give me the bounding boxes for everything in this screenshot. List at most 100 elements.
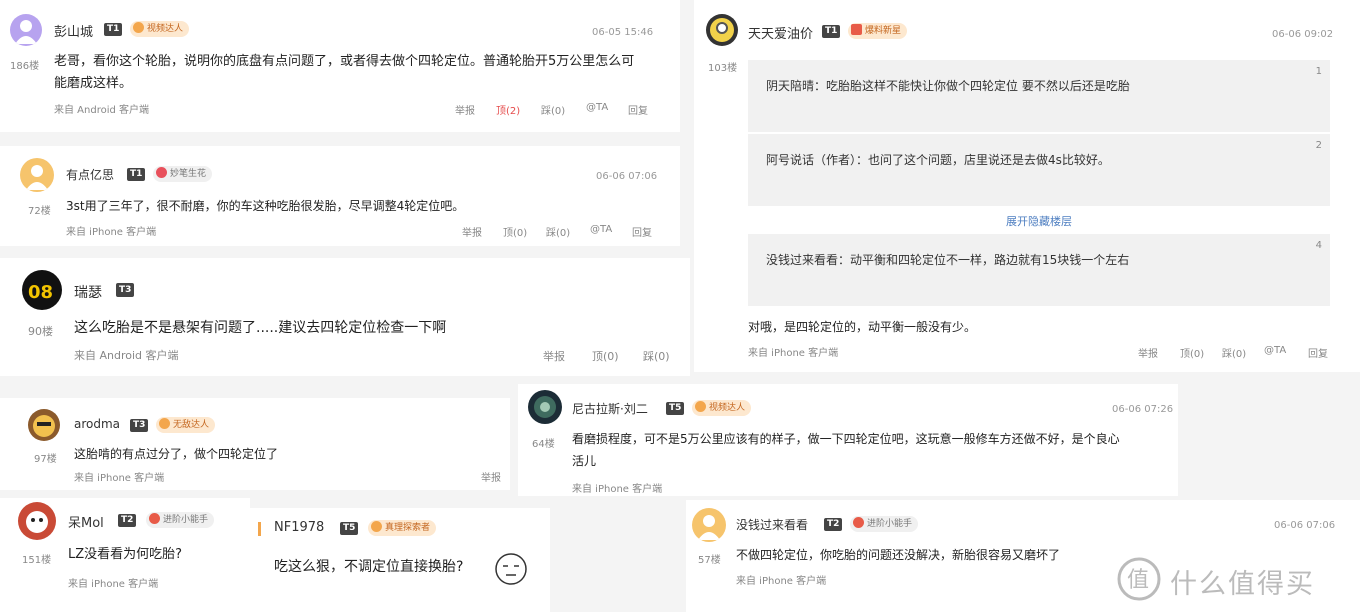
user-silhouette-icon [698, 515, 720, 540]
mention-button[interactable]: @TA [586, 102, 608, 113]
report-button[interactable]: 举报 [543, 348, 565, 364]
comment-card: 呆Mol T2 进阶小能手 151楼 LZ没看看为何吃胎? 来自 iPhone … [0, 498, 250, 612]
source-link[interactable]: 来自 iPhone 客户端 [74, 469, 164, 484]
source-link[interactable]: 来自 Android 客户端 [74, 347, 179, 363]
level-badge: T2 [824, 518, 843, 531]
avatar[interactable] [706, 14, 738, 46]
svg-text:08: 08 [28, 282, 53, 303]
comment-text: 这么吃胎是不是悬架有问题了.....建议去四轮定位检查一下啊 [74, 320, 447, 336]
upvote-button[interactable]: 顶(2) [496, 102, 520, 117]
comment-card: 08 瑞瑟 T3 90楼 这么吃胎是不是悬架有问题了.....建议去四轮定位检查… [0, 258, 690, 376]
game-character-icon [534, 396, 556, 418]
source-link[interactable]: 来自 iPhone 客户端 [736, 572, 826, 587]
report-button[interactable]: 举报 [481, 469, 501, 484]
comment-line: 老哥，看你这个轮胎，说明你的底盘有点问题了，或者得去做个四轮定位。普通轮胎开5万… [54, 54, 635, 69]
avatar-edge [258, 522, 261, 536]
level-badge: T5 [666, 402, 685, 415]
report-button[interactable]: 举报 [455, 102, 475, 117]
avatar[interactable] [18, 502, 56, 540]
mention-button[interactable]: @TA [1264, 345, 1286, 356]
medal-badge: 进阶小能手 [146, 512, 215, 528]
level-badge: T1 [127, 168, 146, 181]
level-badge: T1 [822, 25, 841, 38]
upvote-button[interactable]: 顶(0) [592, 348, 619, 364]
watermark-text: 什么值得买 [1170, 569, 1315, 600]
avatar[interactable] [20, 158, 54, 192]
avatar[interactable] [692, 508, 726, 542]
username[interactable]: NF1978 [274, 520, 324, 535]
avatar[interactable] [28, 409, 60, 441]
avatar[interactable] [528, 390, 562, 424]
username[interactable]: 尼古拉斯·刘二 [572, 400, 648, 417]
comment-card: 有点亿思 T1 妙笔生花 06-06 07:06 72楼 3st用了三年了，很不… [0, 146, 680, 246]
reply-number: 1 [1315, 66, 1322, 77]
medal-label: 视频达人 [147, 24, 184, 34]
level-badge: T1 [104, 23, 123, 36]
comment-card: 尼古拉斯·刘二 T5 视频达人 06-06 07:26 64楼 看磨损程度，可不… [518, 384, 1178, 496]
medal-label: 爆料新星 [865, 26, 902, 36]
downvote-button[interactable]: 踩(0) [1222, 345, 1246, 360]
report-button[interactable]: 举报 [1138, 345, 1158, 360]
level-badge: T3 [130, 419, 149, 432]
source-link[interactable]: 来自 iPhone 客户端 [68, 575, 158, 590]
downvote-button[interactable]: 踩(0) [643, 348, 670, 364]
quoted-reply: 阴天陪晴：吃胎胎这样不能快让你做个四轮定位 要不然以后还是吃胎 1 [748, 60, 1330, 132]
timestamp: 06-06 07:06 [596, 171, 658, 182]
floor-number: 72楼 [28, 206, 51, 217]
timestamp: 06-06 09:02 [1272, 29, 1334, 40]
cartoon-face-icon [33, 415, 55, 437]
reply-number: 4 [1315, 240, 1322, 251]
report-button[interactable]: 举报 [462, 224, 482, 239]
reply-number: 2 [1315, 140, 1322, 151]
username[interactable]: 呆Mol [68, 512, 104, 531]
expand-hidden-floors-link[interactable]: 展开隐藏楼层 [1006, 213, 1072, 229]
megaphone-icon [851, 24, 862, 35]
downvote-button[interactable]: 踩(0) [546, 224, 570, 239]
username[interactable]: 有点亿思 [66, 166, 114, 183]
zhi-logo-icon: 值 [1117, 557, 1161, 601]
upvote-button[interactable]: 顶(0) [503, 224, 527, 239]
mention-button[interactable]: @TA [590, 224, 612, 235]
username[interactable]: 瑞瑟 [74, 282, 102, 302]
comment-line: 能磨成这样。 [54, 76, 133, 91]
reply-button[interactable]: 回复 [632, 224, 652, 239]
username[interactable]: 彭山城 [54, 21, 93, 40]
source-link[interactable]: 来自 Android 客户端 [54, 101, 149, 116]
minion-face-icon [710, 18, 734, 42]
level-badge: T5 [340, 522, 359, 535]
medal-label: 进阶小能手 [867, 519, 913, 529]
timestamp: 06-06 07:06 [1274, 520, 1336, 531]
quoted-reply: 没钱过来看看：动平衡和四轮定位不一样，路边就有15块钱一个左右 4 [748, 234, 1330, 306]
reply-button[interactable]: 回复 [1308, 345, 1328, 360]
source-link[interactable]: 来自 iPhone 客户端 [748, 344, 838, 359]
comment-card: 天天爱油价 T1 爆料新星 06-06 09:02 103楼 阴天陪晴：吃胎胎这… [694, 0, 1360, 372]
source-link[interactable]: 来自 iPhone 客户端 [66, 223, 156, 238]
comment-text: 这胎啃的有点过分了，做个四轮定位了 [74, 447, 279, 461]
medal-icon [149, 513, 160, 524]
username[interactable]: 没钱过来看看 [736, 516, 808, 533]
timestamp: 06-06 07:26 [1112, 404, 1174, 415]
downvote-button[interactable]: 踩(0) [541, 102, 565, 117]
medal-badge: 爆料新星 [848, 23, 908, 39]
avatar[interactable]: 08 [22, 270, 62, 310]
username[interactable]: 天天爱油价 [748, 23, 813, 42]
username[interactable]: arodma [74, 417, 120, 431]
comment-text: 老哥，看你这个轮胎，说明你的底盘有点问题了，或者得去做个四轮定位。普通轮胎开5万… [54, 51, 674, 95]
medal-label: 真理探索者 [385, 523, 431, 533]
floor-number: 64楼 [532, 439, 555, 450]
comment-text: 看磨损程度，可不是5万公里应该有的样子，做一下四轮定位吧，这玩意一般修车方还做不… [572, 428, 1120, 472]
team-logo-icon: 08 [28, 282, 53, 303]
medal-badge: 无敌达人 [156, 417, 216, 433]
medal-badge: 视频达人 [130, 21, 190, 37]
comment-line: 看磨损程度，可不是5万公里应该有的样子，做一下四轮定位吧，这玩意一般修车方还做不… [572, 432, 1120, 446]
avatar[interactable] [10, 14, 42, 46]
reply-text: 没钱过来看看：动平衡和四轮定位不一样，路边就有15块钱一个左右 [766, 253, 1130, 267]
source-link[interactable]: 来自 iPhone 客户端 [572, 480, 662, 495]
floor-number: 186楼 [10, 61, 40, 72]
medal-label: 无敌达人 [173, 420, 210, 430]
reply-button[interactable]: 回复 [628, 102, 648, 117]
cartoon-face-icon [26, 511, 48, 533]
floor-number: 57楼 [698, 555, 721, 566]
medal-badge: 进阶小能手 [850, 516, 919, 532]
upvote-button[interactable]: 顶(0) [1180, 345, 1204, 360]
